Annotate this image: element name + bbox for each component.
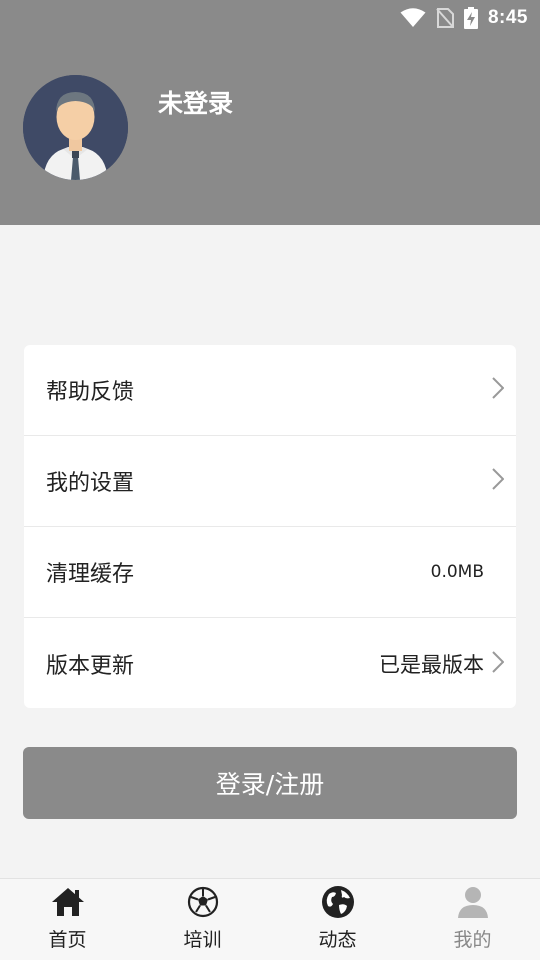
battery-charging-icon (463, 7, 478, 29)
chevron-right-icon (492, 377, 505, 403)
tab-label: 培训 (183, 929, 222, 951)
status-time: 8:45 (487, 7, 528, 28)
soccer-ball-icon (186, 885, 220, 919)
menu-item-label: 我的设置 (46, 471, 135, 496)
tab-mine[interactable]: 我的 (405, 879, 540, 960)
menu-item-help-feedback[interactable]: 帮助反馈 (24, 345, 516, 436)
person-icon (456, 885, 490, 919)
version-status-value: 已是最版本 (379, 652, 484, 677)
avatar[interactable] (23, 75, 128, 180)
menu-item-clear-cache[interactable]: 清理缓存 0.0MB (24, 527, 516, 618)
tab-label: 首页 (48, 929, 87, 951)
tab-home[interactable]: 首页 (0, 879, 135, 960)
login-register-button[interactable]: 登录/注册 (23, 747, 517, 819)
tab-label: 我的 (453, 929, 492, 951)
wifi-icon (400, 8, 426, 28)
globe-icon (321, 885, 355, 919)
settings-menu: 帮助反馈 我的设置 清理缓存 0.0MB 版本更新 已是最版本 (24, 345, 516, 708)
chevron-right-icon (492, 650, 505, 677)
profile-header: 8:45 未登录 (0, 0, 540, 225)
cache-size-value: 0.0MB (430, 562, 484, 582)
menu-item-version-update[interactable]: 版本更新 已是最版本 (24, 618, 516, 708)
menu-item-label: 清理缓存 (46, 562, 135, 587)
no-sim-icon (436, 8, 454, 28)
menu-item-label: 版本更新 (46, 653, 135, 679)
menu-item-my-settings[interactable]: 我的设置 (24, 436, 516, 527)
menu-item-label: 帮助反馈 (46, 380, 135, 405)
username-label[interactable]: 未登录 (158, 84, 233, 120)
chevron-right-icon (492, 468, 505, 494)
tab-label: 动态 (318, 929, 357, 951)
status-bar: 8:45 (0, 0, 540, 36)
tab-training[interactable]: 培训 (135, 879, 270, 960)
bottom-tab-bar: 首页 培训 动态 我的 (0, 878, 540, 960)
tab-activity[interactable]: 动态 (270, 879, 405, 960)
home-icon (51, 885, 85, 919)
